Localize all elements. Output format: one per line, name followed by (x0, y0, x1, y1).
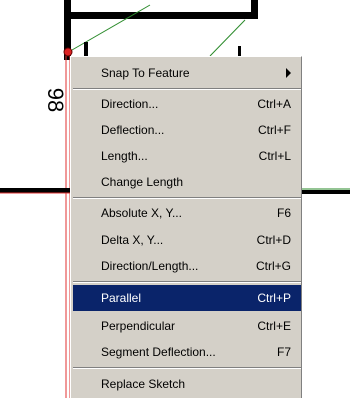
menu-item-absolute-xy[interactable]: Absolute X, Y... F6 (73, 200, 301, 226)
menu-item-label: Direction/Length... (101, 259, 199, 273)
menu-item-shortcut: Ctrl+G (255, 259, 291, 273)
menu-item-snap-to-feature[interactable]: Snap To Feature (73, 60, 301, 86)
menu-item-shortcut: Ctrl+P (257, 291, 291, 305)
menu-item-label: Direction... (101, 97, 159, 111)
sketch-frame-top (68, 12, 258, 19)
menu-item-shortcut: Ctrl+A (257, 97, 291, 111)
menu-item-label: Length... (101, 149, 148, 163)
menu-item-shortcut: F7 (276, 345, 291, 359)
menu-separator (73, 367, 301, 369)
menu-item-change-length[interactable]: Change Length (73, 169, 301, 195)
sketch-black-horizontal (0, 188, 70, 193)
menu-item-direction[interactable]: Direction... Ctrl+A (73, 91, 301, 117)
menu-item-segment-deflection[interactable]: Segment Deflection... F7 (73, 339, 301, 365)
menu-item-label: Parallel (101, 291, 142, 305)
sketch-diagonal-line (71, 4, 151, 51)
menu-item-deflection[interactable]: Deflection... Ctrl+F (73, 117, 301, 143)
submenu-arrow-icon (286, 68, 291, 78)
menu-separator (73, 88, 301, 90)
menu-item-label: Deflection... (101, 123, 165, 137)
dimension-label: 98 (43, 88, 68, 112)
menu-item-shortcut: Ctrl+F (258, 123, 291, 137)
menu-item-perpendicular[interactable]: Perpendicular Ctrl+E (73, 313, 301, 339)
menu-item-label: Segment Deflection... (101, 345, 216, 359)
text-fragment (238, 46, 241, 56)
menu-item-label: Snap To Feature (101, 66, 190, 80)
menu-item-length[interactable]: Length... Ctrl+L (73, 143, 301, 169)
text-fragment (84, 42, 88, 56)
context-menu: Snap To Feature Direction... Ctrl+A Defl… (70, 56, 302, 398)
menu-item-label: Replace Sketch (101, 377, 186, 391)
vertex-marker[interactable] (63, 47, 73, 57)
menu-separator (73, 281, 301, 283)
menu-item-label: Change Length (101, 175, 184, 189)
menu-item-direction-length[interactable]: Direction/Length... Ctrl+G (73, 253, 301, 279)
sketch-right-horizontal (300, 190, 350, 194)
menu-item-shortcut: F6 (276, 206, 291, 220)
menu-item-shortcut: Ctrl+L (258, 149, 291, 163)
menu-item-replace-sketch[interactable]: Replace Sketch (73, 371, 301, 397)
menu-item-label: Absolute X, Y... (101, 206, 182, 220)
menu-item-shortcut: Ctrl+D (256, 233, 291, 247)
menu-item-label: Perpendicular (101, 319, 176, 333)
menu-item-shortcut: Ctrl+E (257, 319, 291, 333)
menu-separator (73, 197, 301, 199)
menu-item-delta-xy[interactable]: Delta X, Y... Ctrl+D (73, 227, 301, 253)
menu-item-parallel[interactable]: Parallel Ctrl+P (73, 285, 301, 311)
sketch-frame-right (251, 0, 258, 19)
menu-item-label: Delta X, Y... (101, 233, 164, 247)
